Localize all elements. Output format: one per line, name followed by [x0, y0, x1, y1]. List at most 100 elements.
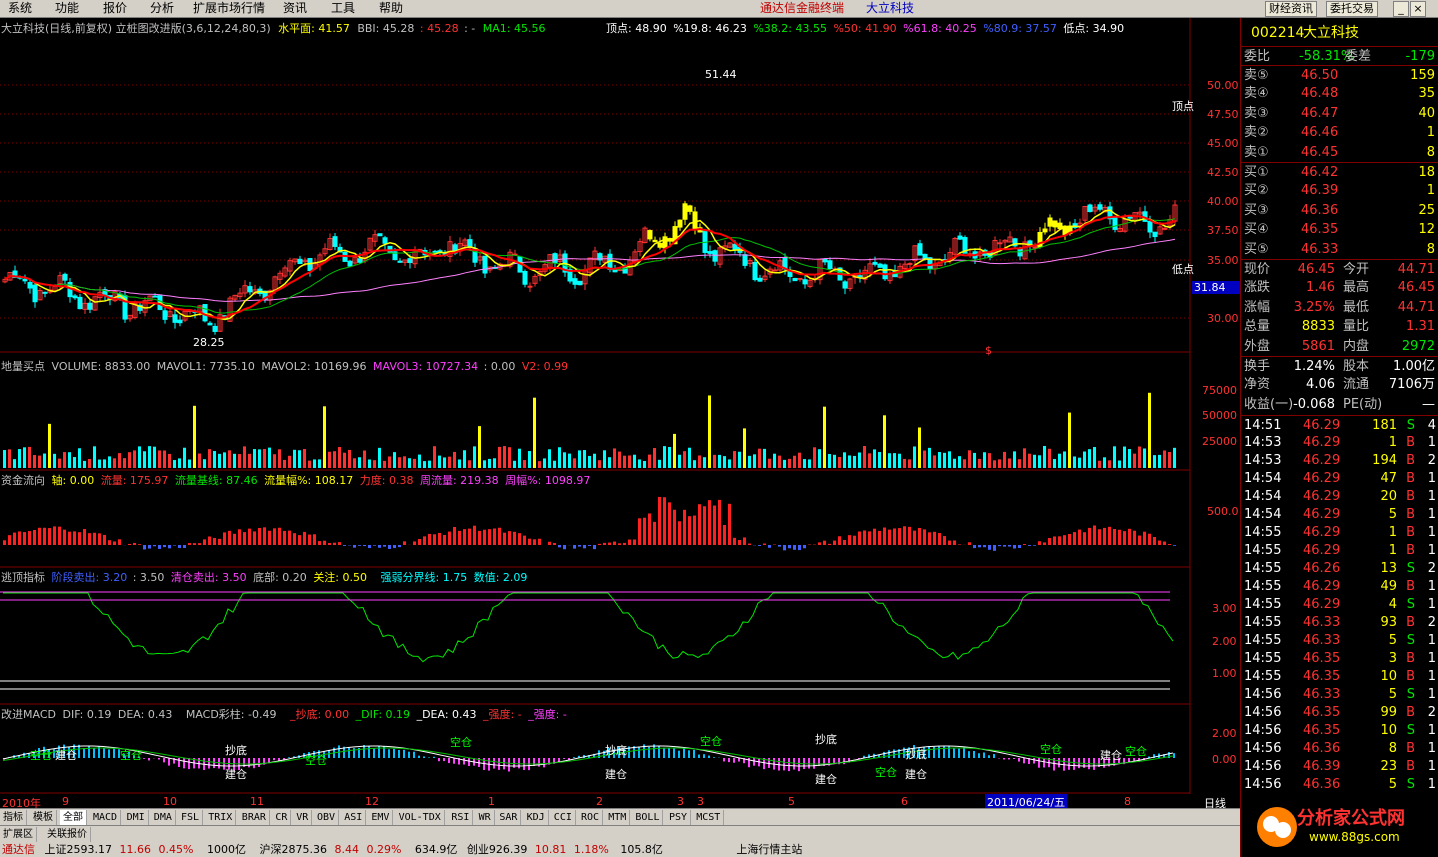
tab-roc[interactable]: ROC [578, 810, 604, 825]
volume-bar [468, 460, 471, 468]
tab-brar[interactable]: BRAR [239, 810, 270, 825]
buy-price: 46.39 [1301, 183, 1339, 199]
tab-asi[interactable]: ASI [341, 810, 367, 825]
tab-cci[interactable]: CCI [551, 810, 576, 825]
tab-rsi[interactable]: RSI [448, 810, 474, 825]
tick-row: 14:55 46.33 93 B 2 [1241, 613, 1438, 632]
volume-bar [213, 451, 216, 468]
tab-wr[interactable]: WR [476, 810, 495, 825]
tick-count: 1 [1427, 777, 1436, 793]
menu-analysis[interactable]: 分析 [150, 0, 174, 17]
flow-bar [223, 532, 226, 545]
tick-side: S [1406, 687, 1415, 703]
macd-chaodi-label: 抄底 [815, 732, 837, 746]
macd-dea2: _DEA: 0.43 [416, 708, 477, 721]
macd-bar [418, 755, 420, 758]
tab-dma[interactable]: DMA [151, 810, 176, 825]
tick-row: 14:51 46.29 181 S 4 [1241, 415, 1438, 434]
sz-index[interactable]: 沪深2875.36 [259, 843, 327, 856]
tab-extension[interactable]: 扩展区 [0, 827, 37, 842]
low-mark: 28.25 [193, 336, 225, 349]
tab-vr[interactable]: VR [293, 810, 313, 825]
tab-dmi[interactable]: DMI [124, 810, 149, 825]
tab-trix[interactable]: TRIX [205, 810, 237, 825]
tab-指标[interactable]: 指标 [0, 810, 27, 825]
tick-price: 46.33 [1303, 687, 1341, 703]
macd-chaodi-label: 抄底 [905, 747, 927, 761]
tab-related-quote[interactable]: 关联报价 [44, 827, 91, 842]
tab-macd[interactable]: MACD [90, 810, 122, 825]
tick-row: 14:54 46.29 20 B 1 [1241, 487, 1438, 506]
menu-info[interactable]: 资讯 [283, 0, 307, 17]
candle-body [787, 271, 793, 277]
fib-50: %50: 41.90 [833, 22, 897, 35]
tab-boll[interactable]: BOLL [632, 810, 664, 825]
flow-bar [483, 529, 486, 545]
volume-bar [48, 423, 51, 468]
tick-time: 14:56 [1244, 687, 1282, 703]
macd-bar [723, 758, 725, 762]
volume-bar [1018, 459, 1021, 468]
volume-bar [1053, 458, 1056, 468]
stat-value: -0.068 [1293, 396, 1335, 412]
tick-count: 1 [1427, 489, 1436, 505]
volume-bar [378, 447, 381, 468]
tab-mtm[interactable]: MTM [605, 810, 631, 825]
chart-area[interactable]: 抄底 抄底 抄底 抄底 建仓 建仓 建仓 建仓 建仓 建仓 空仓 空仓 空仓 空仓 空仓 空仓 空仓 空仓 大立科… [0, 18, 1240, 810]
menu-function[interactable]: 功能 [55, 0, 79, 17]
tab-cr[interactable]: CR [272, 810, 292, 825]
cy-index[interactable]: 创业926.39 [467, 843, 528, 856]
minimize-icon[interactable]: _ [1393, 1, 1409, 17]
menu-help[interactable]: 帮助 [379, 0, 403, 17]
volume-bar [383, 460, 386, 468]
weibi-row: 委比 -58.31% 委差 -179 [1241, 46, 1438, 65]
candle-body [407, 258, 413, 264]
candle-body [792, 278, 798, 282]
weibi-label: 委比 [1244, 49, 1271, 64]
news-button[interactable]: 财经资讯 [1265, 1, 1317, 17]
quote-panel: 002214 大立科技 委比 -58.31% 委差 -179 卖⑤ 46.50 15… [1240, 18, 1438, 794]
tab-sar[interactable]: SAR [496, 810, 522, 825]
tab-psy[interactable]: PSY [666, 810, 692, 825]
volume-bar [613, 448, 616, 468]
flow-bar [913, 530, 916, 545]
menu-quote[interactable]: 报价 [103, 0, 127, 17]
tab-mcst[interactable]: MCST [693, 810, 725, 825]
menu-tools[interactable]: 工具 [331, 0, 355, 17]
candle-body [687, 205, 693, 212]
tab-全部[interactable]: 全部 [60, 810, 87, 825]
tab-emv[interactable]: EMV [368, 810, 394, 825]
volume-bar [433, 446, 436, 468]
tick-side: B [1406, 759, 1415, 775]
flow-bar [58, 526, 61, 545]
tab-obv[interactable]: OBV [314, 810, 340, 825]
flow-bar [1033, 545, 1036, 546]
macd-bar [408, 751, 410, 758]
close-icon[interactable]: × [1410, 1, 1426, 17]
tab-vol-tdx[interactable]: VOL-TDX [396, 810, 445, 825]
candle-body [872, 261, 878, 265]
volume-bar [233, 453, 236, 468]
price-tick: 40.00 [1207, 195, 1239, 208]
candle-body [742, 254, 748, 266]
candle-body [957, 235, 963, 240]
macd-bar [1058, 758, 1060, 768]
tab-模板[interactable]: 模板 [30, 810, 57, 825]
flow-bar [203, 539, 206, 545]
macd-bar [703, 754, 705, 758]
volume-bar [1168, 451, 1171, 468]
volume-bar [253, 449, 256, 468]
sh-index[interactable]: 上证2593.17 [45, 843, 113, 856]
volume-bar [888, 453, 891, 468]
tab-kdj[interactable]: KDJ [524, 810, 549, 825]
macd-tick: 0.00 [1212, 753, 1237, 766]
flow-bar [238, 529, 241, 545]
tick-price: 46.39 [1303, 759, 1341, 775]
trade-button[interactable]: 委托交易 [1326, 1, 1378, 17]
stat-label: 今开 [1343, 262, 1370, 277]
flow-bar [373, 545, 376, 546]
tab-fsl[interactable]: FSL [178, 810, 204, 825]
menu-ext-market[interactable]: 扩展市场行情 [193, 0, 265, 17]
volume-bar [913, 446, 916, 468]
menu-system[interactable]: 系统 [8, 0, 32, 17]
